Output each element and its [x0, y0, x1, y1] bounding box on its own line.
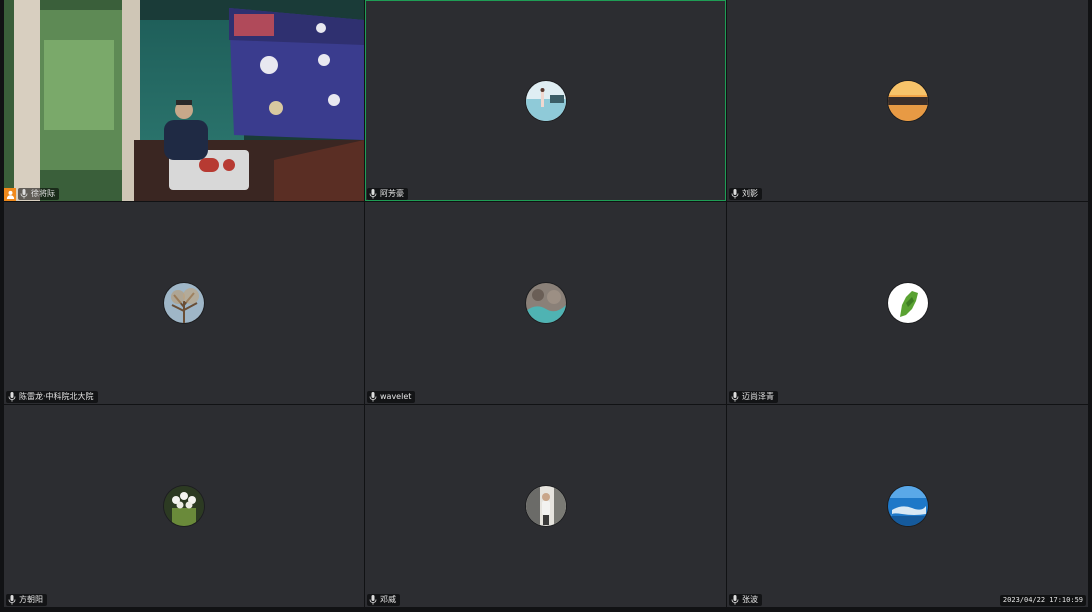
participant-avatar: [525, 283, 566, 323]
participant-avatar: [887, 486, 928, 526]
participant-tile-5[interactable]: wavelet: [365, 202, 726, 404]
participant-name-tag: 邓威: [367, 594, 400, 606]
participant-name-tag: 陈雷龙·中科院北大院: [6, 391, 98, 403]
mic-icon[interactable]: [20, 189, 28, 199]
participant-avatar: [525, 80, 566, 121]
participant-avatar: [887, 283, 928, 323]
participant-video: [4, 0, 364, 201]
participant-name: wavelet: [380, 392, 412, 401]
participant-tile-6[interactable]: 迈尚泽青: [727, 202, 1088, 404]
participant-tile-8[interactable]: 邓威: [365, 405, 726, 607]
participant-name-tag: 阿芳豪: [367, 188, 408, 200]
participant-tile-4[interactable]: 陈雷龙·中科院北大院: [4, 202, 364, 404]
participant-avatar: [164, 283, 204, 323]
mic-icon[interactable]: [369, 189, 377, 199]
participant-name-tag: 方朝阳: [6, 594, 47, 606]
mic-icon[interactable]: [369, 595, 377, 605]
participant-tile-9[interactable]: 张波 2023/04/22 17:10:59: [727, 405, 1088, 607]
participant-tile-7[interactable]: 方朝阳: [4, 405, 364, 607]
video-grid: 徐将际 阿芳豪 刘影 陈雷龙·中科院北大院 wavelet 迈尚泽青 方朝阳 邓…: [4, 0, 1088, 608]
participant-name-tag: 刘影: [729, 188, 762, 200]
participant-avatar: [164, 486, 204, 526]
participant-name: 陈雷龙·中科院北大院: [19, 392, 94, 401]
participant-avatar: [887, 80, 928, 121]
participant-tile-2[interactable]: 阿芳豪: [365, 0, 726, 201]
participant-name-tag: 徐将际: [18, 188, 59, 200]
participant-name: 方朝阳: [19, 595, 43, 604]
host-person-icon: [4, 188, 16, 201]
participant-avatar: [525, 486, 566, 526]
participant-name-tag: 迈尚泽青: [729, 391, 778, 403]
participant-name: 邓威: [380, 595, 396, 604]
participant-name: 徐将际: [31, 189, 55, 198]
participant-name-tag: wavelet: [367, 391, 416, 403]
mic-icon[interactable]: [369, 392, 377, 402]
participant-tile-1[interactable]: 徐将际: [4, 0, 364, 201]
participant-name-tag: 张波: [729, 594, 762, 606]
participant-name: 阿芳豪: [380, 189, 404, 198]
mic-icon[interactable]: [731, 189, 739, 199]
mic-icon[interactable]: [731, 595, 739, 605]
recording-timestamp: 2023/04/22 17:10:59: [999, 595, 1086, 606]
participant-name: 迈尚泽青: [742, 392, 774, 401]
mic-icon[interactable]: [8, 595, 16, 605]
mic-icon[interactable]: [8, 392, 16, 402]
participant-tile-3[interactable]: 刘影: [727, 0, 1088, 201]
participant-name: 张波: [742, 595, 758, 604]
mic-icon[interactable]: [731, 392, 739, 402]
participant-name: 刘影: [742, 189, 758, 198]
